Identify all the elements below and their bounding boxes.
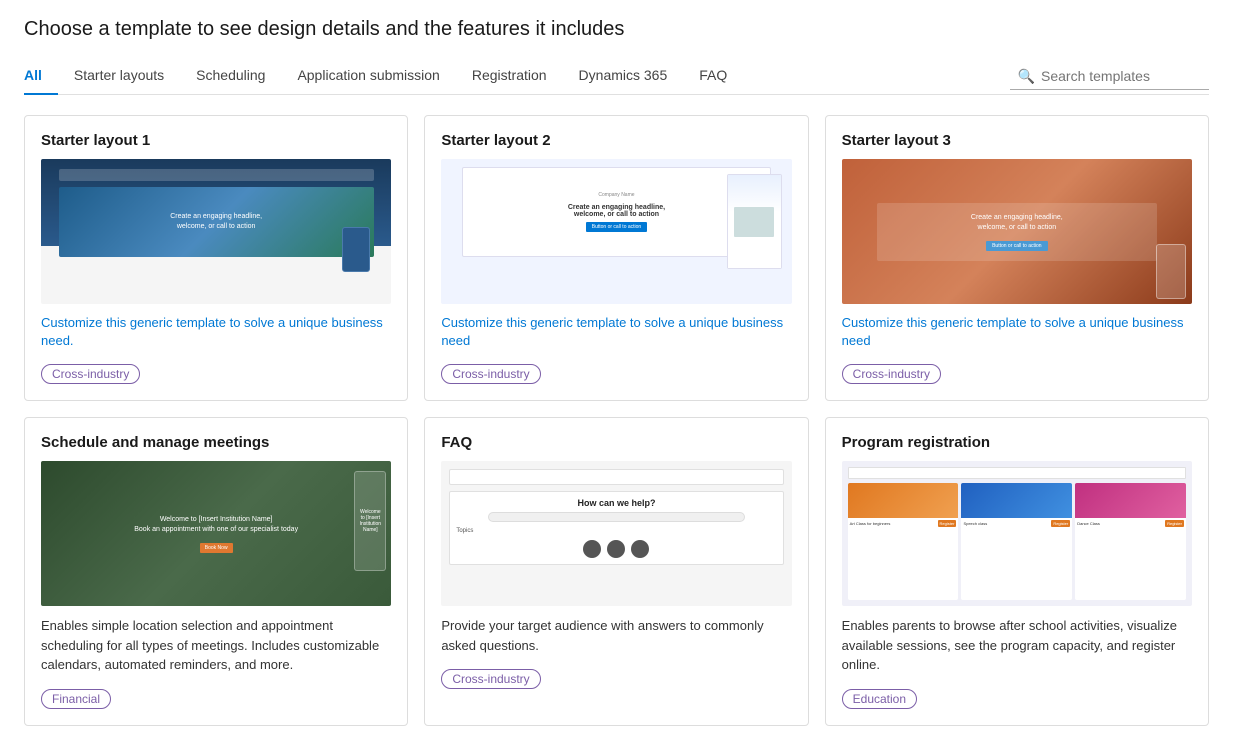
thumb-main: How can we help? Topics	[449, 491, 783, 565]
search-icon: 🔍	[1018, 68, 1035, 85]
thumb-right	[727, 174, 782, 269]
thumb-card-footer-1: Art Class for beginners Register	[848, 518, 959, 529]
thumb-icon-2	[607, 540, 625, 558]
tab-starter-layouts[interactable]: Starter layouts	[58, 59, 180, 95]
thumb-topics: Topics	[456, 528, 473, 534]
thumb-card-img-2	[961, 483, 1072, 518]
card-thumbnail: Welcome to [Insert Institution Name] Book…	[41, 461, 391, 606]
tab-all[interactable]: All	[24, 59, 58, 95]
thumb-icon-1	[583, 540, 601, 558]
thumb-headline: Create an engaging headline,welcome, or …	[568, 204, 665, 218]
thumb-header	[449, 469, 783, 485]
page-title: Choose a template to see design details …	[24, 18, 1209, 41]
thumb-card-img-3	[1075, 483, 1186, 518]
thumb-content: Welcome to [Insert Institution Name]Book…	[134, 515, 298, 553]
card-thumbnail: Create an engaging headline,welcome, or …	[41, 159, 391, 304]
thumb-phone	[1156, 244, 1186, 299]
thumb-main: Company Name Create an engaging headline…	[462, 167, 770, 257]
thumb-phone	[342, 227, 370, 272]
thumb-prog-card-2: Speech class Register	[961, 483, 1072, 600]
card-title: Program registration	[842, 434, 1192, 451]
card-description: Customize this generic template to solve…	[441, 314, 791, 350]
thumb-text: Welcome to [Insert Institution Name]Book…	[134, 515, 298, 536]
cards-grid: Starter layout 1 Create an engaging head…	[24, 115, 1209, 726]
thumb-card-footer-3: Dance Class Register	[1075, 518, 1186, 529]
card-starter-layout-1[interactable]: Starter layout 1 Create an engaging head…	[24, 115, 408, 401]
card-starter-layout-3[interactable]: Starter layout 3 Create an engaging head…	[825, 115, 1209, 401]
thumb-search	[488, 512, 744, 522]
thumb-card-text-3: Dance Class	[1077, 521, 1100, 526]
card-tag: Cross-industry	[441, 669, 540, 689]
tab-registration[interactable]: Registration	[456, 59, 563, 95]
thumb-header	[59, 169, 374, 181]
thumb-card-text-1: Art Class for beginners	[850, 521, 891, 526]
card-thumbnail: Company Name Create an engaging headline…	[441, 159, 791, 304]
thumb-btn: Button or call to action	[586, 222, 647, 232]
thumb-card-img-1	[848, 483, 959, 518]
thumb-phone: Welcome to [Insert Institution Name]	[354, 471, 386, 571]
tab-faq[interactable]: FAQ	[683, 59, 743, 95]
card-starter-layout-2[interactable]: Starter layout 2 Company Name Create an …	[424, 115, 808, 401]
card-faq[interactable]: FAQ How can we help? Topics Provide your…	[424, 417, 808, 726]
thumb-icon-3	[631, 540, 649, 558]
card-tag: Cross-industry	[41, 364, 140, 384]
thumb-right-inner	[728, 175, 781, 268]
thumb-icons	[583, 540, 649, 558]
thumb-faq-title: How can we help?	[577, 498, 655, 508]
card-schedule-meetings[interactable]: Schedule and manage meetings Welcome to …	[24, 417, 408, 726]
thumb-img	[734, 207, 774, 237]
thumb-main: Welcome to [Insert Institution Name]Book…	[102, 461, 330, 606]
card-title: Starter layout 2	[441, 132, 791, 149]
card-program-registration[interactable]: Program registration Art Class for begin…	[825, 417, 1209, 726]
thumb-card-btn-2: Register	[1051, 520, 1070, 527]
nav-tabs: All Starter layouts Scheduling Applicati…	[24, 59, 743, 94]
card-title: Schedule and manage meetings	[41, 434, 391, 451]
card-description: Provide your target audience with answer…	[441, 616, 791, 655]
thumb-prog-card-3: Dance Class Register	[1075, 483, 1186, 600]
card-description: Customize this generic template to solve…	[41, 314, 391, 350]
nav-bar: All Starter layouts Scheduling Applicati…	[24, 59, 1209, 95]
thumb-text: Create an engaging headline,welcome, or …	[887, 213, 1147, 234]
card-thumbnail: Create an engaging headline,welcome, or …	[842, 159, 1192, 304]
thumb-card-text-2: Speech class	[963, 521, 987, 526]
card-tag: Financial	[41, 689, 111, 709]
card-tag: Education	[842, 689, 917, 709]
card-description: Customize this generic template to solve…	[842, 314, 1192, 350]
thumb-grid: Art Class for beginners Register Speech …	[848, 483, 1186, 600]
card-thumbnail: Art Class for beginners Register Speech …	[842, 461, 1192, 606]
thumb-prog-card-1: Art Class for beginners Register	[848, 483, 959, 600]
card-tag: Cross-industry	[842, 364, 941, 384]
thumb-hero: Create an engaging headline,welcome, or …	[59, 187, 374, 257]
thumb-card-footer-2: Speech class Register	[961, 518, 1072, 529]
thumb-btn: Button or call to action	[986, 241, 1047, 251]
tab-scheduling[interactable]: Scheduling	[180, 59, 281, 95]
thumb-hero-text: Create an engaging headline,welcome, or …	[170, 212, 262, 232]
search-box: 🔍	[1010, 64, 1209, 90]
thumb-hero: Create an engaging headline,welcome, or …	[877, 203, 1157, 261]
thumb-company: Company Name	[598, 192, 634, 198]
tab-dynamics365[interactable]: Dynamics 365	[563, 59, 684, 95]
card-description: Enables parents to browse after school a…	[842, 616, 1192, 675]
card-tag: Cross-industry	[441, 364, 540, 384]
search-input[interactable]	[1041, 68, 1201, 84]
thumb-card-btn-1: Register	[938, 520, 957, 527]
thumb-card-btn-3: Register	[1165, 520, 1184, 527]
card-description: Enables simple location selection and ap…	[41, 616, 391, 675]
thumb-phone-text: Welcome to [Insert Institution Name]	[355, 507, 385, 535]
card-title: Starter layout 3	[842, 132, 1192, 149]
card-title: Starter layout 1	[41, 132, 391, 149]
tab-application-submission[interactable]: Application submission	[281, 59, 455, 95]
card-thumbnail: How can we help? Topics	[441, 461, 791, 606]
thumb-btn: Book Now	[200, 543, 233, 553]
card-title: FAQ	[441, 434, 791, 451]
thumb-header	[848, 467, 1186, 479]
page-wrapper: Choose a template to see design details …	[0, 0, 1233, 744]
